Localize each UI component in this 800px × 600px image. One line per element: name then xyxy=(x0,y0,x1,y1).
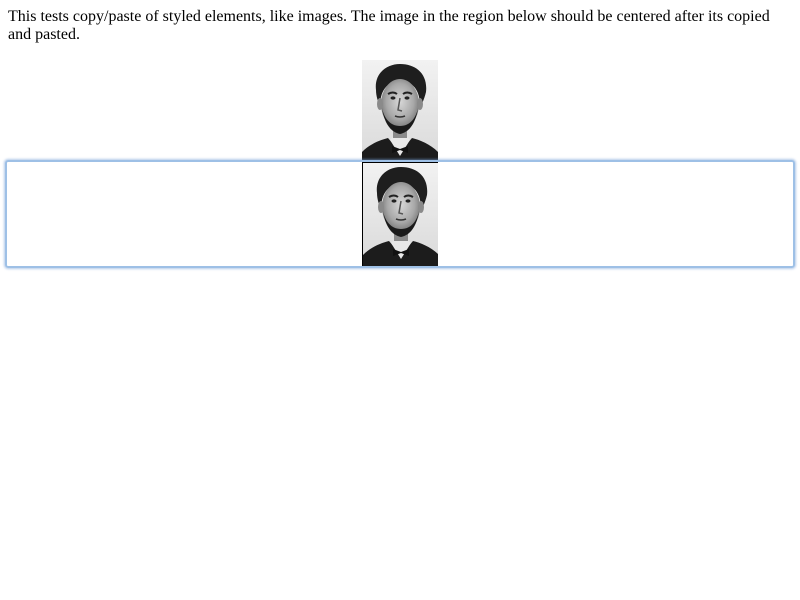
portrait-photo-icon xyxy=(363,163,438,266)
pasted-portrait-image[interactable] xyxy=(362,162,438,266)
portrait-photo-icon xyxy=(362,60,438,163)
source-portrait-image[interactable] xyxy=(362,60,438,163)
editable-paste-region[interactable] xyxy=(5,160,795,268)
test-instructions: This tests copy/paste of styled elements… xyxy=(8,8,770,43)
